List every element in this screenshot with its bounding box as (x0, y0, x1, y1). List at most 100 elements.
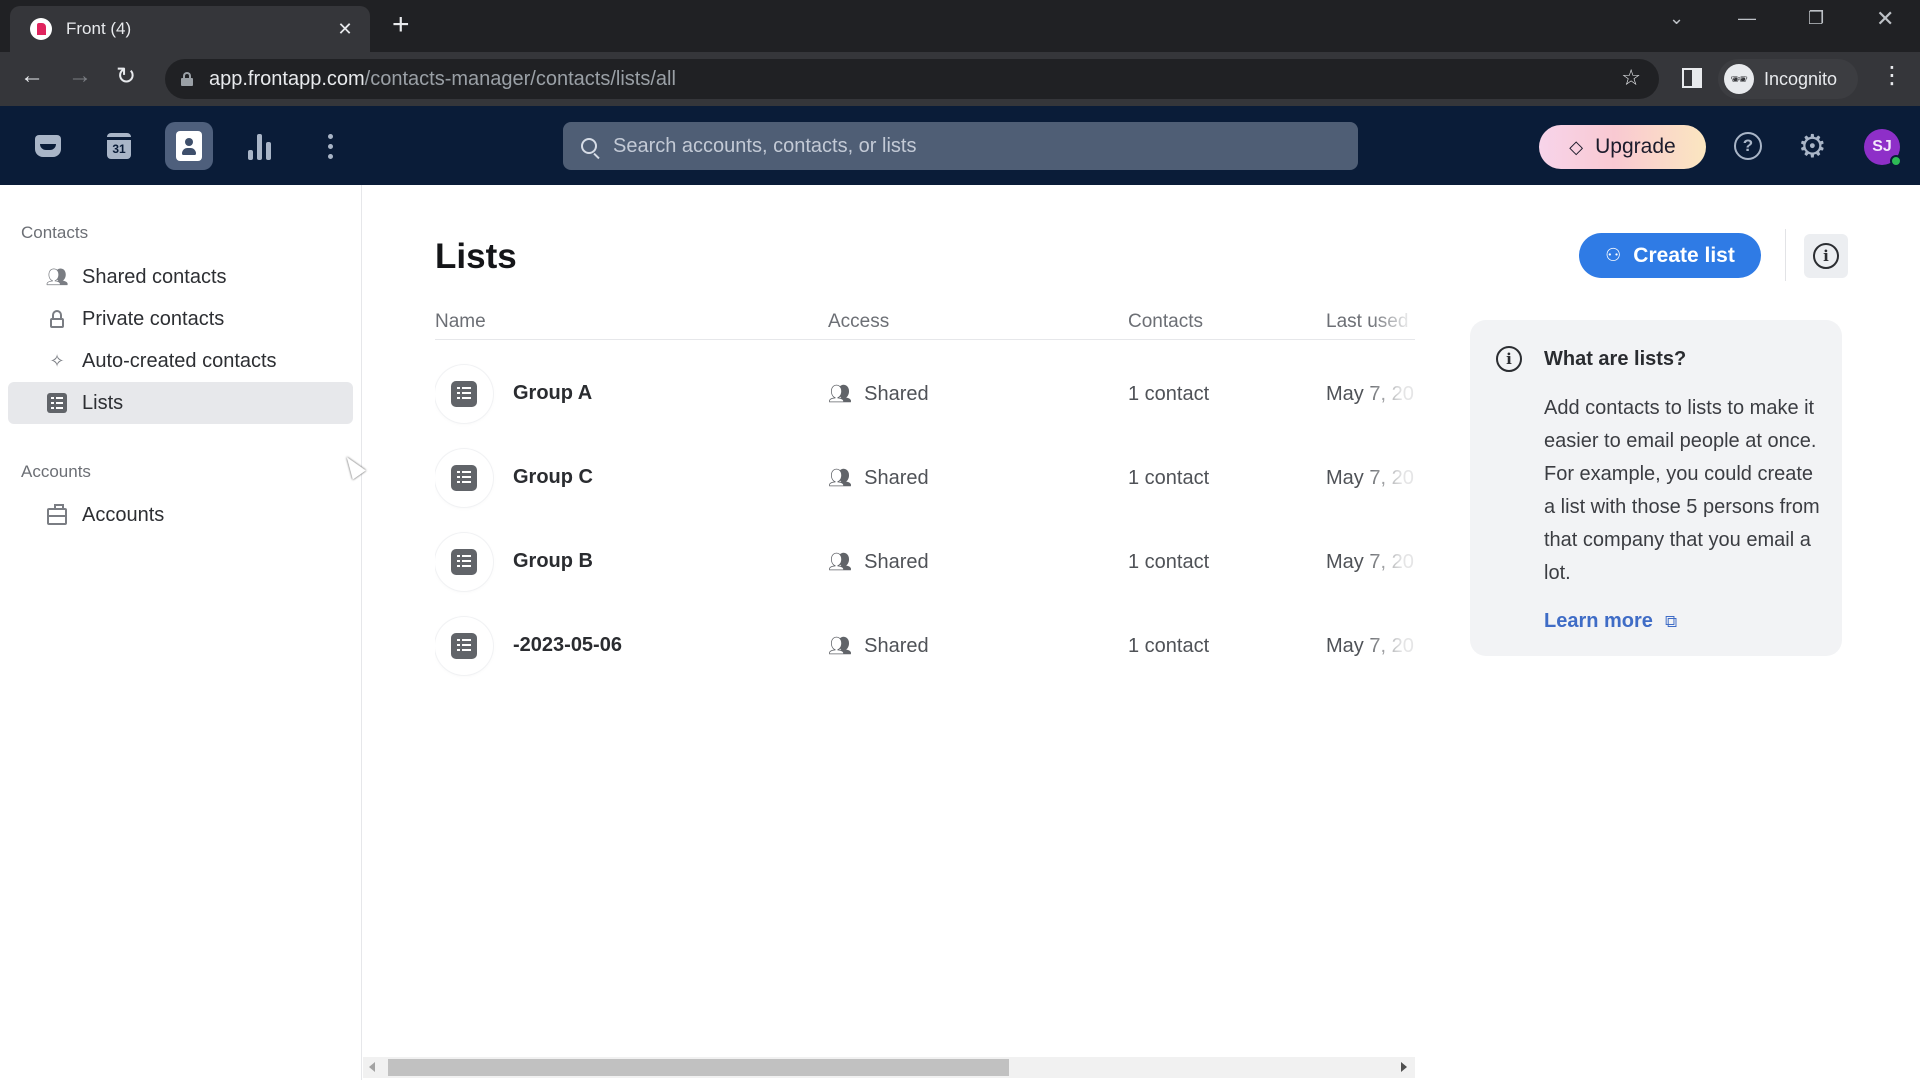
add-group-icon: ⚇ (1605, 245, 1622, 265)
help-icon[interactable]: ? (1734, 132, 1762, 160)
browser-tab[interactable]: Front (4) ✕ (10, 6, 370, 52)
list-icon (451, 381, 477, 407)
shared-users-icon: 👥︎ (828, 636, 853, 657)
sidebar-item-lists[interactable]: Lists (8, 382, 353, 424)
side-panel-icon[interactable] (1682, 68, 1702, 88)
sidebar-item-label: Lists (82, 391, 124, 414)
sidebar-item-private-contacts[interactable]: Private contacts (8, 298, 353, 340)
contacts-count: 1 contact (1128, 551, 1210, 573)
lock-icon (46, 308, 68, 330)
contacts-sidebar: Contacts 👥︎ Shared contacts Private cont… (0, 185, 362, 1080)
sidebar-item-accounts[interactable]: Accounts (8, 494, 353, 536)
table-row[interactable]: Group B 👥︎ Shared 1 contact May 7, 20 (435, 520, 1415, 604)
sidebar-item-label: Auto-created contacts (82, 349, 277, 372)
contacts-count: 1 contact (1128, 467, 1210, 489)
sidebar-item-shared-contacts[interactable]: 👥︎ Shared contacts (8, 256, 353, 298)
front-favicon-icon (30, 18, 52, 40)
global-search[interactable] (563, 122, 1358, 170)
learn-more-link[interactable]: Learn more ⧉ (1544, 610, 1677, 633)
upgrade-button[interactable]: ◇ Upgrade (1539, 125, 1706, 169)
user-avatar[interactable]: SJ (1864, 129, 1902, 167)
list-icon (451, 549, 477, 575)
scrollbar-thumb[interactable] (388, 1059, 1009, 1076)
access-label: Shared (864, 466, 929, 489)
profile-label: Incognito (1764, 68, 1838, 89)
sidebar-item-label: Shared contacts (82, 265, 227, 288)
incognito-icon: 🕶 (1724, 64, 1754, 94)
table-row[interactable]: Group C 👥︎ Shared 1 contact May 7, 20 (435, 436, 1415, 520)
sidebar-item-auto-created-contacts[interactable]: ✧ Auto-created contacts (8, 340, 353, 382)
nav-analytics[interactable] (235, 122, 283, 170)
external-link-icon: ⧉ (1664, 611, 1678, 631)
lists-table: Name Access Contacts Last used Group A 👥… (435, 297, 1415, 997)
create-list-button[interactable]: ⚇ Create list (1579, 233, 1761, 278)
list-name: Group A (513, 382, 593, 404)
list-badge (435, 365, 493, 423)
new-tab-button[interactable]: + (392, 10, 410, 40)
url-host: app.frontapp.com (209, 67, 365, 90)
shared-users-icon: 👥︎ (828, 384, 853, 405)
briefcase-icon (46, 504, 68, 526)
table-row[interactable]: -2023-05-06 👥︎ Shared 1 contact May 7, 2… (435, 604, 1415, 688)
contacts-icon (176, 131, 202, 161)
inbox-icon (35, 135, 61, 157)
diamond-icon: ◇ (1569, 136, 1584, 157)
list-icon (46, 392, 68, 414)
table-header: Name Access Contacts Last used (435, 297, 1415, 340)
horizontal-scrollbar[interactable] (363, 1057, 1415, 1078)
online-status-dot (1890, 155, 1902, 167)
avatar-initials: SJ (1872, 138, 1892, 155)
shared-users-icon: 👥︎ (828, 468, 853, 489)
minimize-button[interactable]: — (1738, 8, 1756, 29)
learn-more-label: Learn more (1544, 610, 1653, 632)
analytics-icon (247, 132, 271, 160)
nav-contacts[interactable] (165, 122, 213, 170)
scroll-right-arrow-icon[interactable] (1401, 1062, 1407, 1072)
reload-icon[interactable]: ↻ (116, 62, 136, 91)
incognito-profile-button[interactable]: 🕶 Incognito (1718, 59, 1858, 99)
last-used-date: May 7, 20 (1326, 635, 1414, 657)
search-input[interactable] (613, 134, 1313, 158)
info-icon: i (1813, 243, 1839, 269)
page-title: Lists (435, 237, 517, 276)
column-header-contacts[interactable]: Contacts (1128, 311, 1203, 333)
toggle-info-button[interactable]: i (1804, 234, 1848, 278)
list-icon (451, 633, 477, 659)
nav-inbox[interactable] (24, 122, 72, 170)
nav-calendar[interactable]: 31 (95, 122, 143, 170)
last-used-date: May 7, 20 (1326, 551, 1414, 573)
column-header-access[interactable]: Access (828, 311, 889, 333)
info-panel-body: Add contacts to lists to make it easier … (1544, 397, 1820, 584)
scroll-left-arrow-icon[interactable] (369, 1062, 375, 1072)
access-cell: 👥︎ Shared (828, 466, 929, 490)
list-name: Group B (513, 550, 593, 572)
back-arrow-icon[interactable]: ← (20, 62, 44, 90)
sidebar-section-contacts: Contacts (21, 223, 89, 242)
tab-title: Front (4) (66, 19, 132, 38)
search-icon (581, 138, 597, 154)
more-icon (327, 133, 333, 159)
access-cell: 👥︎ Shared (828, 634, 929, 658)
contacts-count: 1 contact (1128, 383, 1210, 405)
browser-menu-icon[interactable]: ⋮ (1880, 64, 1904, 88)
access-label: Shared (864, 550, 929, 573)
what-are-lists-panel: i What are lists? Add contacts to lists … (1470, 320, 1842, 656)
restore-button[interactable]: ❐ (1808, 8, 1824, 29)
bookmark-star-icon[interactable]: ☆ (1621, 65, 1641, 91)
url-path: /contacts-manager/contacts/lists/all (364, 67, 676, 90)
nav-more[interactable] (306, 122, 354, 170)
column-header-name[interactable]: Name (435, 311, 486, 333)
last-used-date: May 7, 20 (1326, 383, 1414, 405)
settings-gear-icon[interactable]: ⚙ (1798, 128, 1827, 164)
tab-search-chevron-icon[interactable]: ⌄ (1669, 8, 1684, 29)
info-icon: i (1496, 346, 1522, 372)
close-window-button[interactable]: ✕ (1876, 6, 1894, 32)
address-bar[interactable]: app.frontapp.com/contacts-manager/contac… (165, 59, 1659, 99)
column-header-last-used[interactable]: Last used (1326, 311, 1408, 333)
users-icon: 👥︎ (45, 266, 69, 287)
list-badge (435, 617, 493, 675)
close-tab-icon[interactable]: ✕ (334, 19, 356, 40)
table-row[interactable]: Group A 👥︎ Shared 1 contact May 7, 20 (435, 352, 1415, 436)
upgrade-label: Upgrade (1595, 135, 1676, 158)
forward-arrow-icon[interactable]: → (68, 62, 92, 90)
